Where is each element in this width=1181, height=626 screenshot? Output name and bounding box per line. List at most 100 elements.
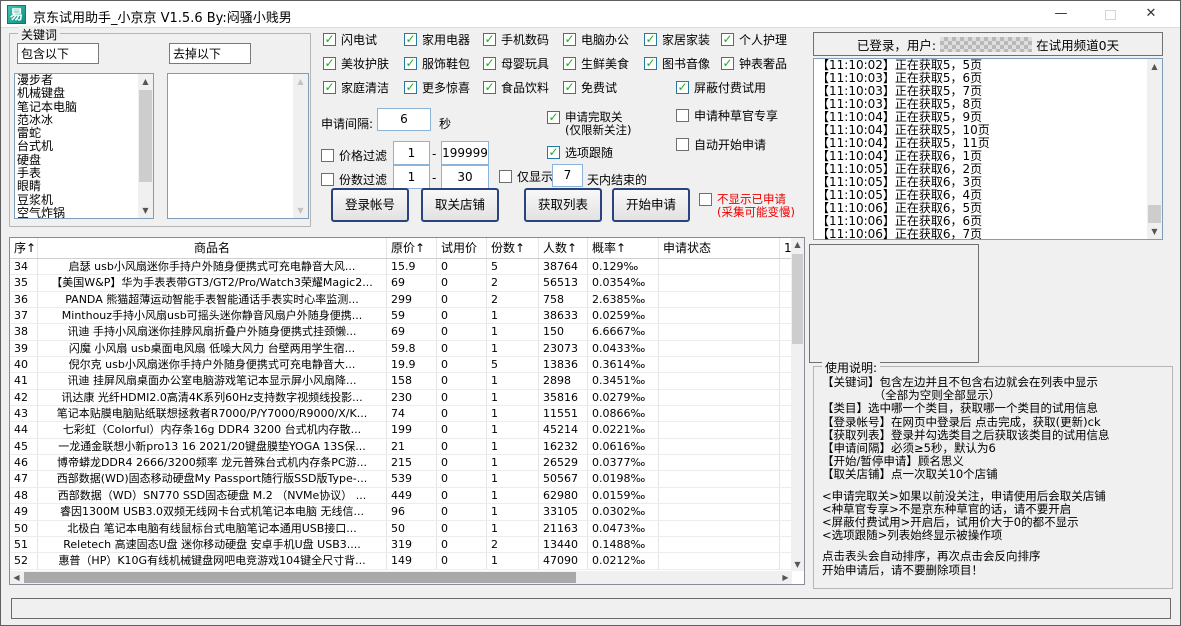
category-checkbox[interactable]: ✓免费试: [563, 79, 617, 96]
checkbox[interactable]: ✓: [721, 33, 734, 46]
checkbox[interactable]: ✓: [323, 33, 336, 46]
fetch-list-button[interactable]: 获取列表: [524, 188, 602, 222]
exclude-keywords-list[interactable]: ▲ ▼: [167, 73, 309, 219]
checkbox[interactable]: [699, 193, 712, 206]
category-checkbox[interactable]: ✓钟表奢品: [721, 55, 787, 72]
checkbox[interactable]: ✓: [563, 33, 576, 46]
column-header[interactable]: 序↑: [10, 238, 38, 258]
login-button[interactable]: 登录帐号: [331, 188, 409, 222]
column-header[interactable]: 份数↑: [487, 238, 539, 258]
price-filter-checkbox[interactable]: 价格过滤: [321, 147, 387, 164]
table-vertical-scrollbar[interactable]: ▲ ▼: [791, 238, 804, 571]
checkbox[interactable]: ✓: [323, 57, 336, 70]
table-row[interactable]: 46博帝蟒龙DDR4 2666/3200频率 龙元普殊台式机内存条PC游...2…: [10, 455, 804, 471]
category-checkbox[interactable]: ✓个人护理: [721, 31, 787, 48]
column-header[interactable]: 原价↑: [387, 238, 437, 258]
count-min-input[interactable]: 1: [393, 165, 430, 189]
price-max-input[interactable]: 199999: [441, 141, 489, 165]
table-row[interactable]: 51Reletech 高速固态U盘 迷你移动硬盘 安卓手机U盘 USB3....…: [10, 537, 804, 553]
scroll-up-icon[interactable]: ▲: [791, 238, 804, 251]
category-checkbox[interactable]: ✓母婴玩具: [483, 55, 549, 72]
keyword-item[interactable]: 硬盘: [15, 154, 138, 167]
scroll-thumb[interactable]: [139, 90, 152, 182]
category-checkbox[interactable]: ✓手机数码: [483, 31, 549, 48]
unfollow-after-checkbox[interactable]: ✓ 申请完取关 (仅限新关注): [547, 111, 631, 136]
checkbox[interactable]: ✓: [676, 81, 689, 94]
checkbox[interactable]: ✓: [323, 81, 336, 94]
checkbox[interactable]: ✓: [563, 57, 576, 70]
table-row[interactable]: 43笔记本贴膜电脑贴纸联想拯救者R7000/P/Y7000/R9000/X/K.…: [10, 406, 804, 422]
scroll-right-icon[interactable]: ▶: [779, 571, 792, 584]
table-row[interactable]: 48西部数据（WD）SN770 SSD固态硬盘 M.2 （NVMe协议） ...…: [10, 488, 804, 504]
keyword-item[interactable]: 机械键盘: [15, 87, 138, 100]
checkbox[interactable]: ✓: [483, 57, 496, 70]
table-row[interactable]: 42讯达康 光纤HDMI2.0高清4K系列60Hz支持数字视频线投影...230…: [10, 390, 804, 406]
table-row[interactable]: 47西部数据(WD)固态移动硬盘My Passport随行版SSD版Type-.…: [10, 471, 804, 487]
include-keywords-input[interactable]: [17, 43, 99, 64]
checkbox[interactable]: [321, 149, 334, 162]
table-row[interactable]: 52惠普（HP）K10G有线机械键盘网吧电竞游戏104键全尺寸背...14901…: [10, 553, 804, 569]
include-keywords-list[interactable]: 漫步者机械键盘笔记本电脑范冰冰雷蛇台式机硬盘手表眼睛豆浆机空气炸锅风扇 ▲ ▼: [14, 73, 154, 219]
exclude-keywords-input[interactable]: [169, 43, 251, 64]
start-apply-button[interactable]: 开始申请: [612, 188, 690, 222]
category-checkbox[interactable]: ✓电脑办公: [563, 31, 629, 48]
category-checkbox[interactable]: ✓家庭清洁: [323, 79, 389, 96]
checkbox[interactable]: ✓: [547, 146, 560, 159]
scroll-down-icon[interactable]: ▼: [138, 203, 153, 218]
seeding-checkbox[interactable]: 申请种草官专享: [676, 107, 778, 124]
unfollow-shops-button[interactable]: 取关店铺: [421, 188, 499, 222]
checkbox[interactable]: ✓: [644, 33, 657, 46]
category-checkbox[interactable]: ✓屏蔽付费试用: [676, 79, 766, 96]
checkbox[interactable]: ✓: [404, 57, 417, 70]
category-checkbox[interactable]: ✓家居家装: [644, 31, 710, 48]
count-filter-checkbox[interactable]: 份数过滤: [321, 171, 387, 188]
table-row[interactable]: 37Minthouz手持小风扇usb可摇头迷你静音风扇户外随身便携...5901…: [10, 308, 804, 324]
checkbox[interactable]: ✓: [644, 57, 657, 70]
keyword-item[interactable]: 空气炸锅: [15, 207, 138, 219]
table-row[interactable]: 38讯迪 手持小风扇迷你挂脖风扇折叠户外随身便携式挂颈懒...69011506.…: [10, 324, 804, 340]
keyword-item[interactable]: 豆浆机: [15, 194, 138, 207]
scroll-thumb[interactable]: [792, 254, 803, 344]
checkbox[interactable]: ✓: [721, 57, 734, 70]
table-row[interactable]: 35【美国W&P】华为手表表带GT3/GT2/Pro/Watch3荣耀Magic…: [10, 275, 804, 291]
keyword-item[interactable]: 手表: [15, 167, 138, 180]
category-checkbox[interactable]: ✓生鲜美食: [563, 55, 629, 72]
log-list[interactable]: 【11:10:02】正在获取5，5页【11:10:03】正在获取5，6页【11:…: [813, 58, 1163, 240]
category-checkbox[interactable]: ✓美妆护肤: [323, 55, 389, 72]
column-header[interactable]: 概率↑: [588, 238, 659, 258]
checkbox[interactable]: ✓: [483, 81, 496, 94]
close-button[interactable]: ✕: [1131, 1, 1171, 27]
column-header[interactable]: 申请状态: [659, 238, 780, 258]
keyword-item[interactable]: 笔记本电脑: [15, 101, 138, 114]
table-row[interactable]: 39闪魔 小风扇 usb桌面电风扇 低噪大风力 台壁两用学生宿...59.801…: [10, 341, 804, 357]
checkbox[interactable]: ✓: [483, 33, 496, 46]
only-show-days-input[interactable]: 7: [552, 164, 583, 187]
category-checkbox[interactable]: ✓家用电器: [404, 31, 470, 48]
scroll-left-icon[interactable]: ◀: [10, 571, 23, 584]
column-header[interactable]: 试用价: [437, 238, 487, 258]
table-row[interactable]: 36PANDA 熊猫超薄运动智能手表智能通话手表实时心率监测...2990275…: [10, 292, 804, 308]
follow-option-checkbox[interactable]: ✓ 选项跟随: [547, 144, 613, 161]
include-list-scrollbar[interactable]: ▲ ▼: [138, 74, 153, 218]
autostart-checkbox[interactable]: 自动开始申请: [676, 136, 766, 153]
checkbox[interactable]: [676, 138, 689, 151]
category-checkbox[interactable]: ✓食品饮料: [483, 79, 549, 96]
checkbox[interactable]: ✓: [563, 81, 576, 94]
scroll-thumb[interactable]: [24, 572, 576, 583]
table-row[interactable]: 40倪尔克 usb小风扇迷你手持户外随身便携式可充电静音大...19.90513…: [10, 357, 804, 373]
hide-applied-checkbox[interactable]: 不显示已申请 (采集可能变慢): [699, 193, 795, 219]
checkbox[interactable]: ✓: [404, 33, 417, 46]
scroll-down-icon[interactable]: ▼: [791, 558, 804, 571]
table-horizontal-scrollbar[interactable]: ◀ ▶: [10, 571, 792, 584]
checkbox[interactable]: ✓: [547, 111, 560, 124]
table-row[interactable]: 44七彩虹（Colorful）内存条16g DDR4 3200 台式机内存散..…: [10, 422, 804, 438]
checkbox[interactable]: ✓: [404, 81, 417, 94]
table-row[interactable]: 45一龙通金联想小新pro13 16 2021/20键盘膜垫YOGA 13S保.…: [10, 439, 804, 455]
scroll-thumb[interactable]: [1148, 205, 1161, 223]
interval-input[interactable]: 6: [377, 108, 431, 131]
table-row[interactable]: 34启瑟 usb小风扇迷你手持户外随身便携式可充电静音大风...15.90538…: [10, 259, 804, 275]
checkbox[interactable]: [676, 109, 689, 122]
checkbox[interactable]: [499, 170, 512, 183]
scroll-down-icon[interactable]: ▼: [1147, 224, 1162, 239]
category-checkbox[interactable]: ✓图书音像: [644, 55, 710, 72]
